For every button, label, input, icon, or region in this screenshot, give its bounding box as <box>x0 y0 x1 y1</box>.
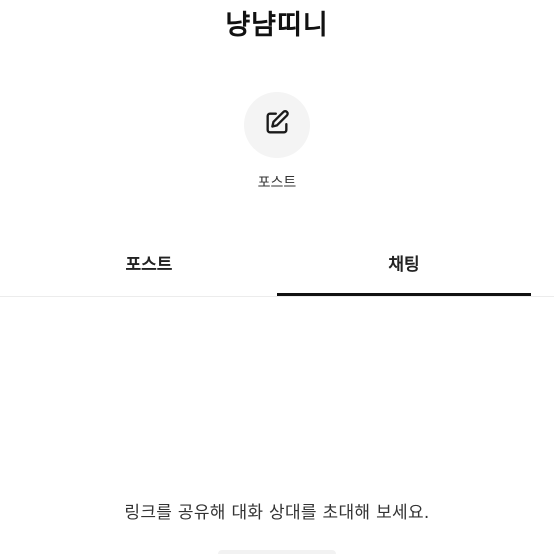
bottom-sheet-edge <box>218 550 336 554</box>
profile-tabs: 포스트 채팅 <box>0 240 554 297</box>
write-post-button[interactable] <box>244 92 310 158</box>
tab-posts[interactable]: 포스트 <box>20 240 278 296</box>
edit-icon <box>263 109 291 141</box>
write-post-label: 포스트 <box>257 175 297 191</box>
active-tab-indicator <box>277 293 531 296</box>
profile-name: 냥냠띠니 <box>225 10 329 41</box>
chat-empty-message: 링크를 공유해 대화 상대를 초대해 보세요. <box>124 503 430 523</box>
write-post-action[interactable] <box>244 92 310 158</box>
profile-page: 냥냠띠니 포스트 포스트 채팅 링크를 공유해 대화 상대를 초대해 보세요. <box>0 0 554 554</box>
tab-chat[interactable]: 채팅 <box>277 240 531 296</box>
